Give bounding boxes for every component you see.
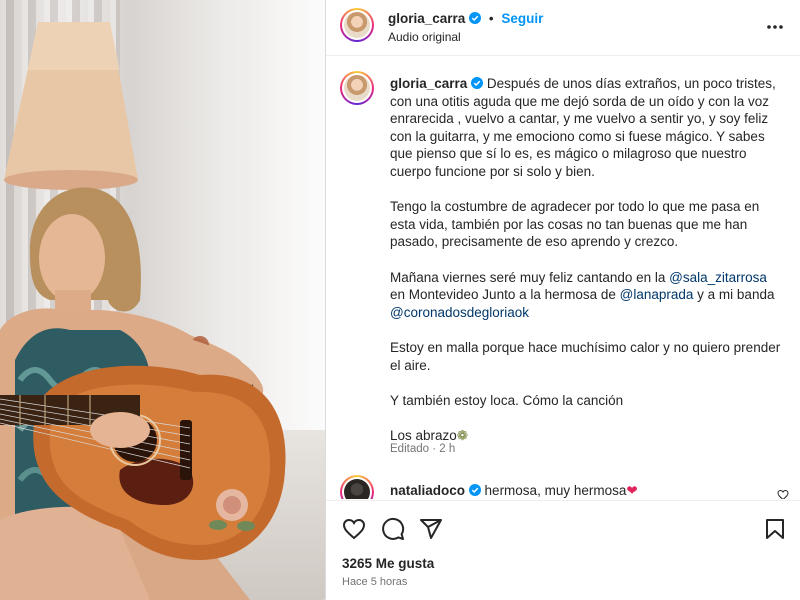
verified-icon [471, 77, 484, 89]
heart-icon[interactable] [342, 517, 366, 541]
comment-icon[interactable] [381, 517, 405, 541]
comment: nataliadoco hermosa, muy hermosa❤ [390, 483, 638, 499]
flower-emoji: ❁ [456, 427, 469, 443]
author-avatar[interactable] [340, 8, 374, 42]
caption-paragraph-2: Tengo la costumbre de agradecer por todo… [390, 199, 760, 250]
mention-link[interactable]: @coronadosdegloriaok [390, 305, 529, 320]
caption-text: en Montevideo Junto a la hermosa de [390, 287, 620, 303]
mention-link[interactable]: @sala_zitarrosa [669, 270, 767, 285]
edited-timestamp: Editado · 2 h [390, 443, 456, 455]
post-header: gloria_carra • Seguir Audio original [326, 0, 800, 56]
caption-paragraph-5: Y también estoy loca. Cómo la canción [390, 392, 624, 408]
more-horizontal-icon[interactable] [765, 17, 785, 37]
bookmark-icon[interactable] [763, 517, 787, 541]
post-video[interactable] [0, 0, 325, 600]
follow-button[interactable]: Seguir [501, 11, 543, 26]
caption-paragraph-1: Después de unos días extraños, un poco t… [390, 76, 776, 179]
caption-avatar[interactable] [340, 71, 374, 105]
caption-text: y a mi banda [693, 287, 775, 303]
verified-icon [468, 484, 481, 496]
likes-count[interactable]: 3265 Me gusta [342, 556, 434, 571]
caption-paragraph-3: Mañana viernes seré muy feliz cantando e… [390, 269, 785, 322]
comment-text: hermosa, muy hermosa [484, 483, 627, 498]
comments-section[interactable]: gloria_carra Después de unos días extrañ… [326, 57, 800, 499]
post-panel: gloria_carra • Seguir Audio original glo… [325, 0, 800, 600]
face [39, 214, 105, 302]
separator-dot: • [488, 11, 494, 26]
caption-username[interactable]: gloria_carra [390, 76, 467, 91]
commenter-avatar[interactable] [340, 475, 374, 499]
author-username[interactable]: gloria_carra [388, 11, 465, 26]
hand [90, 412, 150, 448]
comment-like-icon[interactable] [777, 489, 789, 499]
post-timestamp[interactable]: Hace 5 horas [342, 576, 407, 588]
share-icon[interactable] [419, 517, 443, 541]
red-heart-emoji: ❤ [626, 483, 638, 498]
caption-paragraph-6: Los abrazo❁ [390, 427, 785, 445]
header-user-line: gloria_carra • Seguir [388, 11, 543, 26]
caption: gloria_carra Después de unos días extrañ… [390, 75, 785, 462]
mention-link[interactable]: @lanaprada [620, 287, 694, 302]
caption-text: Mañana viernes seré muy feliz cantando e… [390, 269, 670, 285]
verified-icon [469, 12, 482, 24]
commenter-username[interactable]: nataliadoco [390, 483, 465, 498]
audio-link[interactable]: Audio original [388, 30, 461, 44]
caption-text: Los abrazo [390, 427, 457, 443]
video-frame [0, 22, 286, 600]
caption-paragraph-4: Estoy en malla porque hace muchísimo cal… [390, 339, 781, 373]
